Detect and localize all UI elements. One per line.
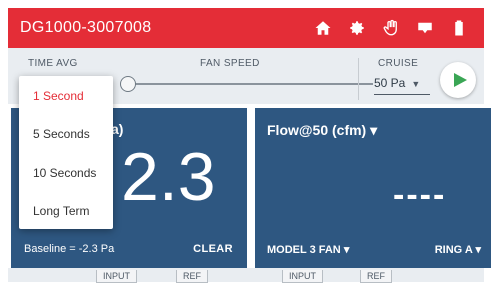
model-fan-label: MODEL 3 FAN: [267, 244, 341, 256]
flow-value: ----: [393, 176, 447, 214]
tab-ref-right[interactable]: REF: [360, 270, 392, 283]
app-header: DG1000-3007008: [8, 8, 484, 48]
home-icon[interactable]: [314, 19, 332, 37]
dropdown-item-5-seconds[interactable]: 5 Seconds: [33, 127, 90, 141]
cruise-value: 50 Pa: [374, 76, 406, 90]
cruise-select[interactable]: 50 Pa ▼: [374, 76, 420, 90]
ring-label: RING A: [434, 244, 473, 256]
play-icon: [453, 73, 467, 87]
tab-input-left[interactable]: INPUT: [96, 270, 137, 283]
fan-speed-slider-knob[interactable]: [120, 76, 136, 92]
wifi-icon[interactable]: [416, 19, 434, 37]
dropdown-item-1-second[interactable]: 1 Second: [33, 89, 84, 103]
dropdown-item-long-term[interactable]: Long Term: [33, 204, 89, 218]
battery-icon: [450, 19, 468, 37]
cruise-label: CRUISE: [378, 58, 419, 69]
fan-speed-slider-track[interactable]: [133, 83, 373, 85]
baseline-text: Baseline = -2.3 Pa: [24, 243, 115, 255]
cruise-underline: [374, 94, 430, 95]
flow-panel-header[interactable]: Flow@50 (cfm) ▾: [267, 122, 377, 139]
tab-input-right[interactable]: INPUT: [282, 270, 323, 283]
hand-icon[interactable]: [382, 19, 400, 37]
tab-ref-left[interactable]: REF: [176, 270, 208, 283]
fan-speed-label: FAN SPEED: [200, 58, 260, 69]
dropdown-item-10-seconds[interactable]: 10 Seconds: [33, 166, 96, 180]
start-button[interactable]: [440, 62, 476, 98]
pressure-value: 2.3: [121, 139, 216, 215]
flow-header-label: Flow@50 (cfm): [267, 122, 367, 138]
chevron-down-icon: ▼: [411, 79, 421, 89]
gear-icon[interactable]: [348, 19, 366, 37]
clear-button[interactable]: CLEAR: [193, 243, 233, 255]
bottom-tab-strip: [8, 268, 484, 282]
time-avg-label[interactable]: TIME AVG: [28, 58, 78, 69]
divider: [358, 58, 359, 100]
ring-select[interactable]: RING A ▾: [435, 243, 481, 256]
flow-panel: Flow@50 (cfm) ▾ ---- MODEL 3 FAN ▾ RING …: [255, 108, 491, 268]
time-avg-dropdown: 1 Second 5 Seconds 10 Seconds Long Term: [19, 76, 113, 229]
model-fan-select[interactable]: MODEL 3 FAN ▾: [267, 243, 349, 256]
device-title: DG1000-3007008: [20, 19, 152, 36]
